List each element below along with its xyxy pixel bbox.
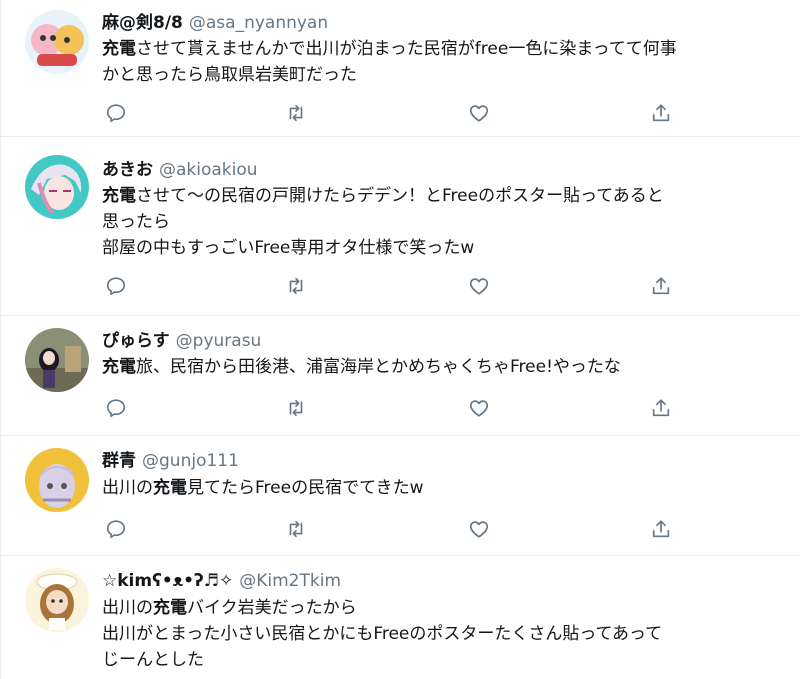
avatar[interactable]	[25, 448, 89, 512]
handle[interactable]: @akioakiou	[159, 160, 258, 180]
avatar[interactable]	[25, 568, 89, 632]
tweet-actions	[102, 518, 702, 542]
like-icon[interactable]	[468, 518, 492, 542]
tweet-line: 充電させて貰えませんかで出川が泊まった民宿がfree一色に染まってて何事	[102, 36, 792, 62]
keyword: 充電	[102, 186, 136, 206]
tweet[interactable]: 麻@剣8/8 @asa_nyannyan 充電させて貰えませんかで出川が泊まった民…	[1, 0, 800, 137]
avatar[interactable]	[25, 328, 89, 392]
reply-icon[interactable]	[105, 275, 129, 299]
display-name[interactable]: ぴゅらす	[102, 331, 170, 351]
tweet-line-text: 旅、民宿から田後港、浦富海岸とかめちゃくちゃFree!やったな	[136, 357, 621, 377]
avatar-image	[25, 448, 89, 512]
tweet-line-text: させて貰えませんかで出川が泊まった民宿がfree一色に染まってて何事	[136, 39, 677, 59]
tweet-actions	[102, 397, 702, 421]
tweet-line: 出川の充電バイク岩美だったから	[102, 595, 792, 621]
tweet-feed: 麻@剣8/8 @asa_nyannyan 充電させて貰えませんかで出川が泊まった民…	[0, 0, 800, 679]
tweet-line-text: させて〜の民宿の戸開けたらデデン！とFreeのポスター貼ってあると	[136, 186, 664, 206]
tweet-line: 出川がとまった小さい民宿とかにもFreeのポスターたくさん貼ってあって	[102, 624, 663, 644]
keyword: 充電	[102, 357, 136, 377]
like-icon[interactable]	[468, 102, 492, 126]
handle[interactable]: @Kim2Tkim	[239, 571, 341, 591]
retweet-icon[interactable]	[285, 518, 309, 542]
share-icon[interactable]	[650, 275, 674, 299]
like-icon[interactable]	[468, 275, 492, 299]
avatar[interactable]	[25, 155, 89, 219]
like-icon[interactable]	[468, 397, 492, 421]
display-name[interactable]: ☆kimʕ•ᴥ•ʔ♬✧	[102, 571, 233, 591]
retweet-icon[interactable]	[285, 102, 309, 126]
tweet-line: 部屋の中もすっごいFree専用オタ仕様で笑ったw	[102, 238, 475, 258]
display-name[interactable]: 麻@剣8/8	[102, 13, 183, 33]
handle[interactable]: @gunjo111	[142, 451, 239, 471]
tweet-text: 出川の充電見てたらFreeの民宿でてきたw	[102, 475, 792, 501]
tweet-line-text: バイク岩美だったから	[187, 598, 357, 618]
tweet-line: 充電旅、民宿から田後港、浦富海岸とかめちゃくちゃFree!やったな	[102, 354, 792, 380]
handle[interactable]: @pyurasu	[176, 331, 262, 351]
avatar-image	[25, 568, 89, 632]
share-icon[interactable]	[650, 397, 674, 421]
reply-icon[interactable]	[105, 102, 129, 126]
avatar-image	[25, 155, 89, 219]
tweet-line: 思ったら	[102, 212, 170, 232]
tweet-line: 充電させて〜の民宿の戸開けたらデデン！とFreeのポスター貼ってあると	[102, 183, 792, 209]
tweet[interactable]: ぴゅらす @pyurasu 充電旅、民宿から田後港、浦富海岸とかめちゃくちゃFre…	[1, 316, 800, 436]
keyword: 充電	[102, 39, 136, 59]
reply-icon[interactable]	[105, 397, 129, 421]
tweet[interactable]: ☆kimʕ•ᴥ•ʔ♬✧ @Kim2Tkim 出川の充電バイク岩美だったから 出川が…	[1, 556, 800, 679]
handle[interactable]: @asa_nyannyan	[189, 13, 328, 33]
share-icon[interactable]	[650, 102, 674, 126]
reply-icon[interactable]	[105, 518, 129, 542]
tweet-line: じーんとした	[102, 650, 204, 670]
keyword: 充電	[153, 478, 187, 498]
display-name[interactable]: 群青	[102, 451, 136, 471]
tweet-line: 出川の充電見てたらFreeの民宿でてきたw	[102, 475, 792, 501]
tweet[interactable]: あきお @akioakiou 充電させて〜の民宿の戸開けたらデデン！とFreeのポ…	[1, 137, 800, 316]
tweet-text: 出川の充電バイク岩美だったから 出川がとまった小さい民宿とかにもFreeのポスタ…	[102, 595, 792, 673]
tweet-line: かと思ったら鳥取県岩美町だった	[102, 65, 357, 85]
display-name[interactable]: あきお	[102, 160, 153, 180]
tweet-line-text: 見てたらFreeの民宿でてきたw	[187, 478, 424, 498]
tweet-actions	[102, 102, 702, 126]
avatar-image	[25, 10, 89, 74]
tweet[interactable]: 群青 @gunjo111 出川の充電見てたらFreeの民宿でてきたw	[1, 436, 800, 556]
tweet-line-text: 出川の	[102, 598, 153, 618]
avatar-image	[25, 328, 89, 392]
tweet-text: 充電旅、民宿から田後港、浦富海岸とかめちゃくちゃFree!やったな	[102, 354, 792, 380]
tweet-text: 充電させて〜の民宿の戸開けたらデデン！とFreeのポスター貼ってあると 思ったら…	[102, 183, 792, 261]
tweet-line-text: 出川の	[102, 478, 153, 498]
tweet-text: 充電させて貰えませんかで出川が泊まった民宿がfree一色に染まってて何事 かと思…	[102, 36, 792, 88]
retweet-icon[interactable]	[285, 275, 309, 299]
share-icon[interactable]	[650, 518, 674, 542]
avatar[interactable]	[25, 10, 89, 74]
keyword: 充電	[153, 598, 187, 618]
tweet-actions	[102, 275, 702, 299]
retweet-icon[interactable]	[285, 397, 309, 421]
